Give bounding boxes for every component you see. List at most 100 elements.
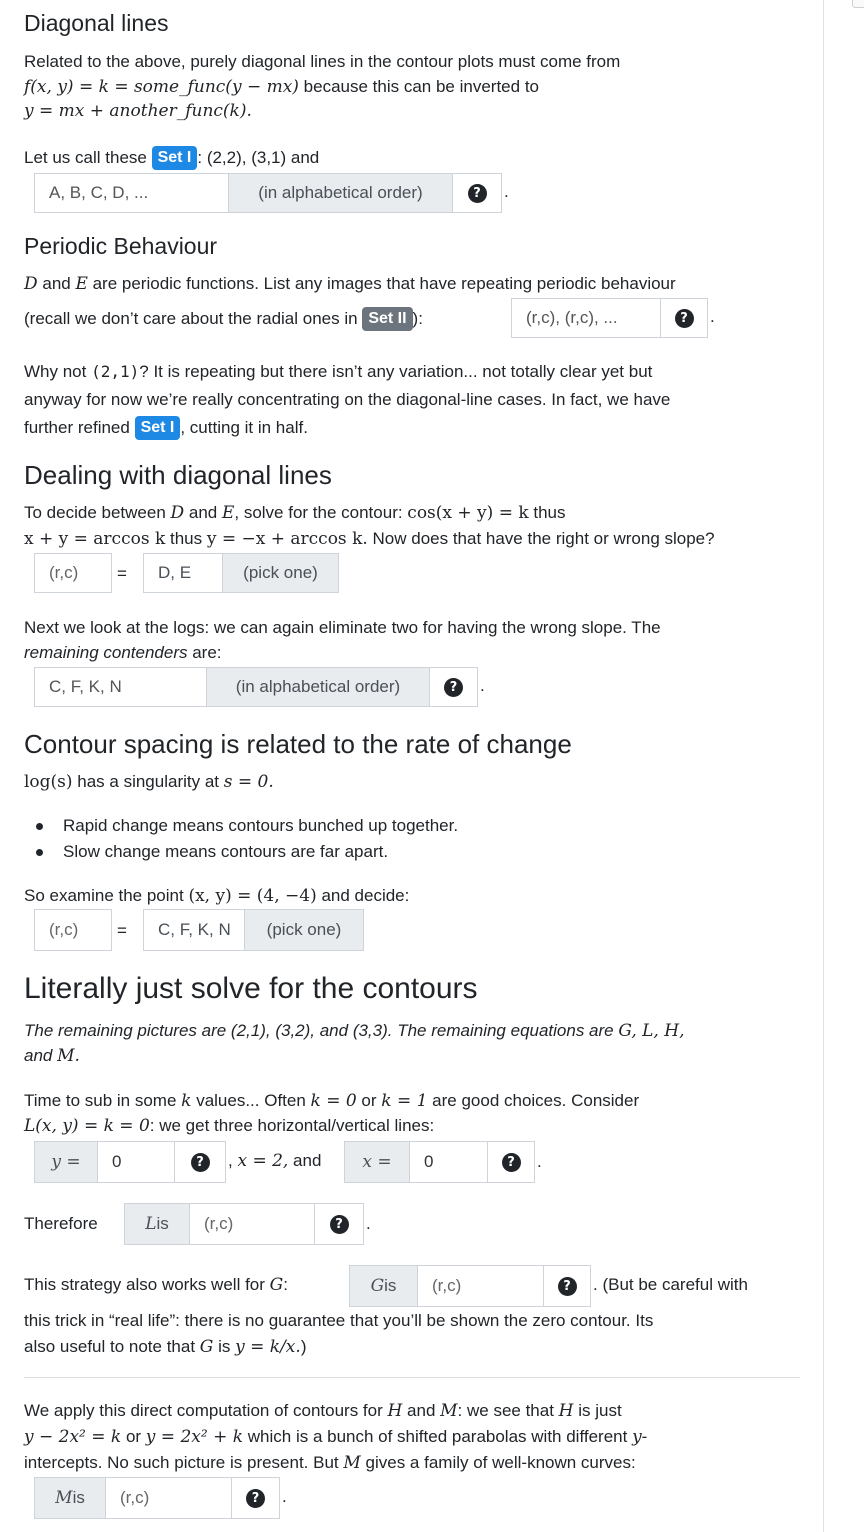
why-not-line2: anyway for now we’re really concentratin… xyxy=(24,390,671,409)
examine-line: So examine the point (x, y) = (4, −4) an… xyxy=(24,886,409,906)
why-not-line1: Why not (2,1)? It is repeating but there… xyxy=(24,362,652,382)
dealing-line2: x + y = arccos k thus y = −x + arccos k.… xyxy=(24,529,715,549)
section-title-contour-spacing: Contour spacing is related to the rate o… xyxy=(24,729,572,759)
math-G: G xyxy=(370,1276,385,1296)
dealing-line1: To decide between D and E, solve for the… xyxy=(24,503,566,523)
G-help-button[interactable]: ? xyxy=(543,1265,591,1307)
math-L-k-0: L(x, y) = k = 0 xyxy=(24,1116,150,1136)
math-x-2: x = 2, xyxy=(237,1151,289,1171)
H-line2: y − 2x² = k or y = 2x² + k which is a bu… xyxy=(24,1427,647,1447)
M-is-addon: M is xyxy=(34,1477,106,1519)
math-L: L xyxy=(145,1214,157,1234)
and-text: and xyxy=(402,1401,441,1420)
dealing-rc-input[interactable]: (r,c) xyxy=(34,553,112,593)
or-text: or xyxy=(356,1091,382,1110)
periodic-line1: D and E are periodic functions. List any… xyxy=(24,274,676,294)
equals-sign: = xyxy=(117,921,127,940)
periodic-input[interactable]: (r,c), (r,c), ... xyxy=(511,298,661,338)
recall-text: (recall we don’t care about the radial o… xyxy=(24,309,363,328)
question-icon: ? xyxy=(467,183,487,203)
dealing-pre: To decide between xyxy=(24,503,171,522)
are-text: are: xyxy=(187,643,222,662)
is-text: is xyxy=(72,1488,85,1507)
y-equals-addon: y = xyxy=(34,1141,98,1183)
why-not-line3: further refined Set I, cutting it in hal… xyxy=(24,416,308,440)
L-rc-input[interactable]: (r,c) xyxy=(189,1203,315,1245)
thus-text: thus xyxy=(165,529,207,548)
and-text: and xyxy=(37,274,76,293)
curves-text: gives a family of well-known curves: xyxy=(360,1453,636,1472)
sub-k-line1: Time to sub in some k values... Often k … xyxy=(24,1091,639,1111)
colon: : xyxy=(283,1275,288,1294)
close-paren: ) xyxy=(300,1337,307,1356)
math-d: D xyxy=(170,503,185,523)
spacing-select[interactable]: C, F, K, N xyxy=(143,909,245,951)
question-icon: ? xyxy=(246,1488,265,1508)
x-value-input[interactable]: 0 xyxy=(409,1141,488,1183)
thus-text: thus xyxy=(528,503,566,522)
and-text: and xyxy=(288,1151,322,1170)
H-post: is just xyxy=(573,1401,622,1420)
H-pre: We apply this direct computation of cont… xyxy=(24,1401,388,1420)
G-line3: also useful to note that G is y = k/x.) xyxy=(24,1337,306,1357)
M-rc-input[interactable]: (r,c) xyxy=(105,1477,232,1519)
question-icon: ? xyxy=(557,1276,577,1296)
spacing-rc-input[interactable]: (r,c) xyxy=(34,909,112,951)
divider xyxy=(24,1377,800,1378)
diagonal-intro-line2: f(x, y) = k = some_func(y − mx) because … xyxy=(24,77,539,97)
set1-help-button[interactable]: ? xyxy=(452,173,502,213)
H-mid: : we see that xyxy=(457,1401,559,1420)
refined-post: , cutting it in half. xyxy=(180,418,308,437)
why-post: ? It is repeating but there isn’t any va… xyxy=(139,362,653,381)
set1-input[interactable]: A, B, C, D, ... xyxy=(34,173,229,213)
scrollbar-tab[interactable] xyxy=(852,0,864,8)
therefore-text: Therefore xyxy=(24,1214,98,1233)
H-line3: intercepts. No such picture is present. … xyxy=(24,1453,636,1473)
L-tail: . xyxy=(366,1214,371,1233)
y-help-button[interactable]: ? xyxy=(174,1141,226,1183)
math-point: (x, y) = (4, −4) xyxy=(188,886,317,906)
time-mid: values... Often xyxy=(191,1091,311,1110)
diagonal-intro-line1: Related to the above, purely diagonal li… xyxy=(24,52,621,71)
G-careful-text: . (But be careful with xyxy=(593,1275,748,1294)
set1-pre-text: Let us call these xyxy=(24,148,152,167)
G-pre: This strategy also works well for xyxy=(24,1275,270,1294)
remaining-line2: and M. xyxy=(24,1046,80,1066)
periodic-text: are periodic functions. List any images … xyxy=(87,274,676,293)
dealing-select[interactable]: D, E xyxy=(143,553,223,593)
G-is-addon: G is xyxy=(349,1265,418,1307)
math-G: G xyxy=(199,1337,214,1357)
dealing-pick-addon: (pick one) xyxy=(222,553,339,593)
set1-badge-refined: Set I xyxy=(134,416,181,440)
question-icon: ? xyxy=(444,677,463,697)
sub-k-line2: L(x, y) = k = 0: we get three horizontal… xyxy=(24,1116,434,1136)
contenders-help-button[interactable]: ? xyxy=(429,667,478,707)
solve-text: , solve for the contour: xyxy=(234,503,408,522)
examine-post: and decide: xyxy=(316,886,410,905)
x-help-button[interactable]: ? xyxy=(487,1141,535,1183)
useful-pre: also useful to note that xyxy=(24,1337,200,1356)
math-another-func: y = mx + another_func(k). xyxy=(24,101,252,121)
periodic-help-button[interactable]: ? xyxy=(660,298,708,338)
L-help-button[interactable]: ? xyxy=(314,1203,364,1245)
code-2-1: (2,1) xyxy=(91,362,140,381)
contenders-input[interactable]: C, F, K, N xyxy=(34,667,207,707)
math-H: H xyxy=(387,1401,403,1421)
bullet-dot xyxy=(36,823,43,830)
periodic-line2: (recall we don’t care about the radial o… xyxy=(24,307,423,331)
bullet-slow-change: Slow change means contours are far apart… xyxy=(63,842,389,861)
remaining-line1: The remaining pictures are (2,1), (3,2),… xyxy=(24,1021,684,1041)
time-post: are good choices. Consider xyxy=(427,1091,640,1110)
M-help-button[interactable]: ? xyxy=(231,1477,280,1519)
math-parabola1: y − 2x² = k xyxy=(24,1427,122,1447)
diagonal-intro-line3: y = mx + another_func(k). xyxy=(24,101,252,121)
math-k-1: k = 1 xyxy=(381,1091,428,1111)
G-rc-input[interactable]: (r,c) xyxy=(417,1265,544,1307)
math-arccos: x + y = arccos k xyxy=(24,529,166,549)
examine-pre: So examine the point xyxy=(24,886,189,905)
or-text: or xyxy=(121,1427,146,1446)
G-strategy-text: This strategy also works well for G: xyxy=(24,1275,288,1295)
y-value-input[interactable]: 0 xyxy=(97,1141,175,1183)
dash: - xyxy=(641,1427,648,1446)
remaining-contenders-text: remaining contenders xyxy=(24,643,188,662)
